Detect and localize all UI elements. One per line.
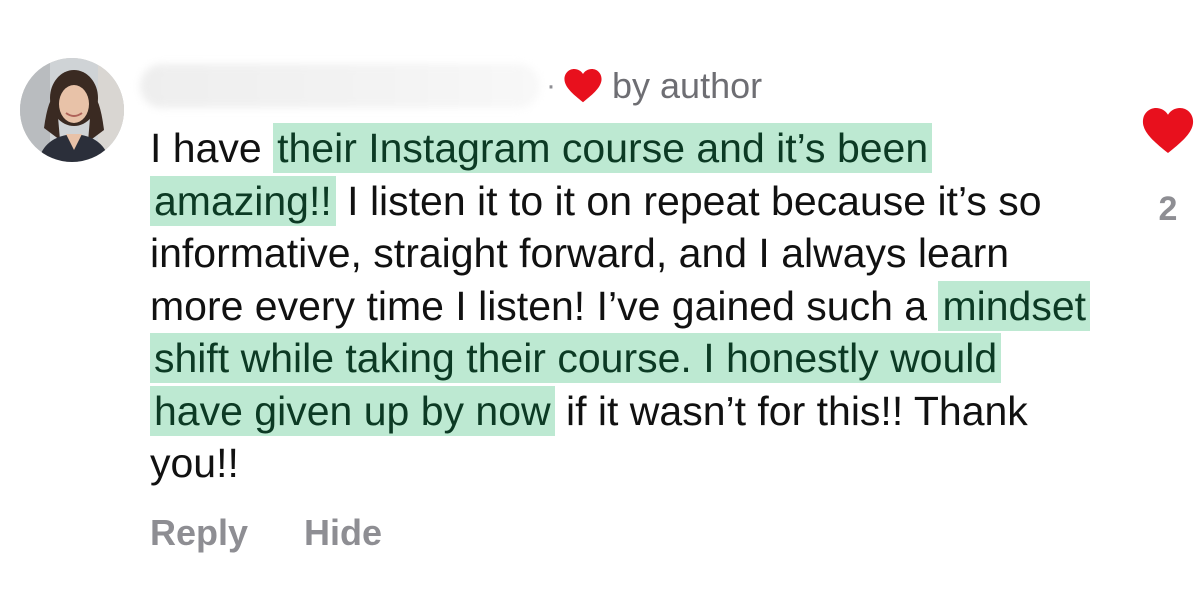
author-name[interactable] (140, 64, 540, 108)
reply-button[interactable]: Reply (150, 512, 248, 554)
comment-header: · by author (140, 58, 762, 114)
author-liked-heart-icon (564, 69, 602, 103)
like-heart-icon[interactable] (1142, 108, 1194, 154)
comment-actions: Reply Hide (150, 512, 382, 554)
hide-button[interactable]: Hide (304, 512, 382, 554)
like-column: 2 (1140, 108, 1196, 229)
text-segment: I have (150, 125, 274, 171)
avatar[interactable] (20, 58, 124, 162)
avatar-image (20, 58, 124, 162)
like-count: 2 (1158, 190, 1178, 228)
separator: · (546, 69, 556, 102)
comment: · by author I have their Instagram cours… (0, 0, 1200, 600)
comment-text: I have their Instagram course and it’s b… (150, 122, 1091, 490)
author-liked-label: by author (612, 65, 763, 106)
